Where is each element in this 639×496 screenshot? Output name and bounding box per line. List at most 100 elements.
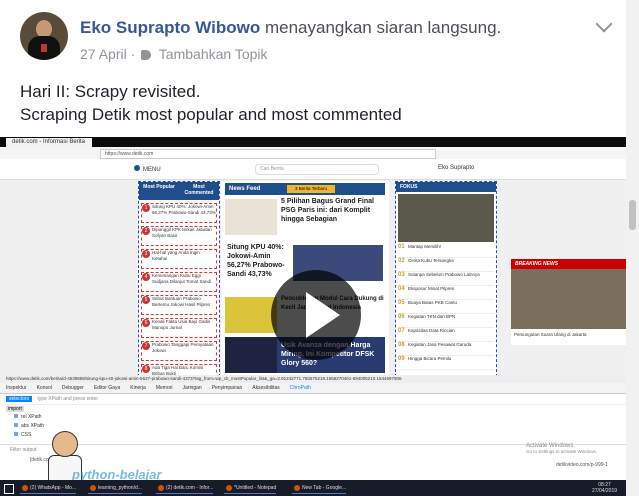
popular-item: 4 Kemenangan Kubu Eggi Sudjana Dilanjut T… (141, 272, 217, 292)
fokus-rank: 04 (398, 286, 405, 292)
popular-rank: 5 (142, 296, 150, 304)
fokus-item: 02 Cerita Kubu Tersangka (398, 258, 494, 272)
fokus-rank: 07 (398, 328, 405, 334)
clock-date: 27/04/2019 (592, 488, 618, 494)
status-url: https://www.detik.com/berita/d-4539858/s… (0, 375, 626, 383)
fokus-headline: Buaya Batas PKB Cantu (408, 300, 458, 305)
popular-rank: 3 (142, 250, 150, 258)
fokus-rank: 03 (398, 272, 405, 278)
fokus-item: 05 Buaya Batas PKB Cantu (398, 300, 494, 314)
post-date[interactable]: 27 April (80, 46, 127, 62)
fokus-headline: Kegiatan TKN dan BPN (408, 314, 456, 319)
author-line: Eko Suprapto Wibowo menayangkan siaran l… (80, 18, 501, 38)
breaking-news: BREAKING NEWS Pemungutan Suara Ulang di … (511, 259, 626, 345)
play-icon (306, 292, 340, 338)
newsfeed-badge: 3 Berita Terbaru (287, 185, 335, 193)
taskbar-item: (2) WhatsApp - Mo... (20, 483, 77, 494)
newsfeed-thumb (225, 337, 277, 373)
devtools-tab: ChroPath (289, 385, 311, 391)
popular-headline: Sebut Bantuan Prabowo Bertemu Jokowi Has… (152, 296, 211, 307)
popular-tabs: Most Popular Most Commented (139, 182, 219, 200)
popular-item: 7 Prabowo Tanggapi Pernyataan Jokowi (141, 341, 217, 361)
most-popular-column: Most Popular Most Commented 1 Situng KPU … (138, 181, 220, 407)
popular-item: 3 Hal-hal yang Anda Ingin Ketahui (141, 249, 217, 269)
newsfeed-headline: 5 Pilihan Bagus Grand Final PSG Paris in… (281, 198, 374, 223)
popular-headline: Situng KPU 40%: Jokowi-Amin 56,27% Prabo… (152, 204, 216, 215)
import-label: import (6, 406, 24, 412)
devtools-tab: Konsol (36, 385, 52, 391)
popular-item: 1 Situng KPU 40%: Jokowi-Amin 56,27% Prab… (141, 203, 217, 223)
popular-headline: Prabowo Tanggapi Pernyataan Jokowi (152, 342, 214, 353)
fokus-title: FOKUS (396, 182, 496, 192)
devtools-tab: Debugger (61, 385, 84, 391)
windows-start-icon (4, 484, 14, 494)
breaking-image (511, 269, 626, 329)
post-line-1: Hari II: Scrapy revisited. (20, 82, 201, 101)
popular-headline: Hal-hal yang Anda Ingin Ketahui (152, 250, 200, 261)
newsfeed-title: News Feed (229, 186, 261, 192)
fokus-headline: Mantap Memilih! (408, 244, 442, 249)
fokus-rank: 05 (398, 300, 405, 306)
play-button[interactable] (271, 270, 361, 360)
fokus-headline: Hingga Bicara Pemilu (408, 356, 452, 361)
breaking-caption: Pemungutan Suara Ulang di Jakarta (514, 332, 587, 337)
facebook-post: Eko Suprapto Wibowo menayangkan siaran l… (0, 0, 627, 496)
devtools-tab: Inspektur (6, 385, 27, 391)
popular-rank: 4 (142, 273, 150, 281)
popular-item: 6 Kenali Fakta Usia Bayi Gadis Manopo Jur… (141, 318, 217, 338)
author-avatar[interactable] (20, 12, 68, 60)
taskbar-item: (2) detik.com - Infor... (156, 483, 214, 494)
xpath-row: abs XPath (0, 422, 626, 431)
meta-separator: · (130, 46, 136, 62)
fokus-rank: 02 (398, 258, 405, 264)
chevron-down-icon[interactable] (595, 15, 613, 33)
url-text: https://www.detik.com (100, 149, 436, 159)
add-topic-link[interactable]: Tambahkan Topik (159, 46, 268, 62)
activate-windows-notice: Activate Windows Go to Settings to activ… (526, 443, 597, 454)
mascot-head (52, 431, 78, 457)
fokus-image (398, 194, 494, 242)
site-menu: MENU (134, 165, 161, 173)
tab-most-popular: Most Popular (143, 184, 175, 190)
site-search: Cari Berita (255, 164, 379, 175)
devtools-tab: Editor Gaya (93, 385, 121, 391)
newsfeed-headline: Situng KPU 40%: Jokowi-Amin 56,27% Prabo… (227, 244, 285, 278)
author-name[interactable]: Eko Suprapto Wibowo (80, 18, 260, 37)
fokus-item: 01 Mantap Memilih! (398, 244, 494, 258)
taskbar-item: New Tab - Google... (292, 483, 347, 494)
xpath-row: rel XPath (0, 413, 626, 422)
selector-placeholder: type XPath and press enter (37, 396, 98, 402)
popular-rank: 8 (142, 365, 150, 373)
devtools-tab: Memori (155, 385, 173, 391)
fokus-rank: 08 (398, 342, 405, 348)
tab-most-commented: Most Commented (184, 184, 214, 196)
site-user: Eko Suprapto (438, 165, 475, 171)
avatar-shirt-logo (41, 44, 47, 52)
fokus-item: 04 Eksposur Minat Pilpres (398, 286, 494, 300)
site-header: MENU Cari Berita Eko Suprapto (0, 159, 626, 180)
popular-headline: Kemenangan Kubu Eggi Sudjana Dilanjut To… (152, 273, 211, 284)
devtools-tab: Penyimpanan (211, 385, 243, 391)
post-meta: 27 April · Tambahkan Topik (80, 46, 268, 62)
selector-chip: selectors (6, 396, 33, 402)
fokus-item: 03 Sutanpa Sebelum Prabowo Lainnya (398, 272, 494, 286)
fokus-column: FOKUS 01 Mantap Memilih! 02 Cerita Kubu Ter… (395, 181, 497, 377)
import-row: import (0, 405, 626, 413)
fokus-rank: 06 (398, 314, 405, 320)
popular-rank: 7 (142, 342, 150, 350)
browser-tab: detik.com - Informasi Berita Terkini (6, 138, 92, 154)
tag-icon (141, 50, 152, 60)
newsfeed-thumb (225, 199, 277, 235)
post-text: Hari II: Scrapy revisited. Scraping Deti… (20, 80, 402, 126)
fokus-item: 07 Kapasitas Data Rincian (398, 328, 494, 342)
fokus-list: 01 Mantap Memilih! 02 Cerita Kubu Tersangka… (396, 244, 496, 370)
newsfeed-header: News Feed 3 Berita Terbaru (225, 183, 385, 195)
browser-tab-strip: detik.com - Informasi Berita Terkini (0, 137, 626, 154)
page-scrollbar[interactable] (626, 0, 639, 496)
scrollbar-thumb[interactable] (629, 200, 636, 230)
post-line-2: Scraping Detik most popular and most com… (20, 105, 402, 124)
fokus-headline: Kapasitas Data Rincian (408, 328, 455, 333)
live-video[interactable]: detik.com - Informasi Berita Terkini htt… (0, 137, 626, 496)
fokus-headline: Eksposur Minat Pilpres (408, 286, 455, 291)
taskbar: (2) WhatsApp - Mo... learning_python/d...… (0, 480, 626, 496)
